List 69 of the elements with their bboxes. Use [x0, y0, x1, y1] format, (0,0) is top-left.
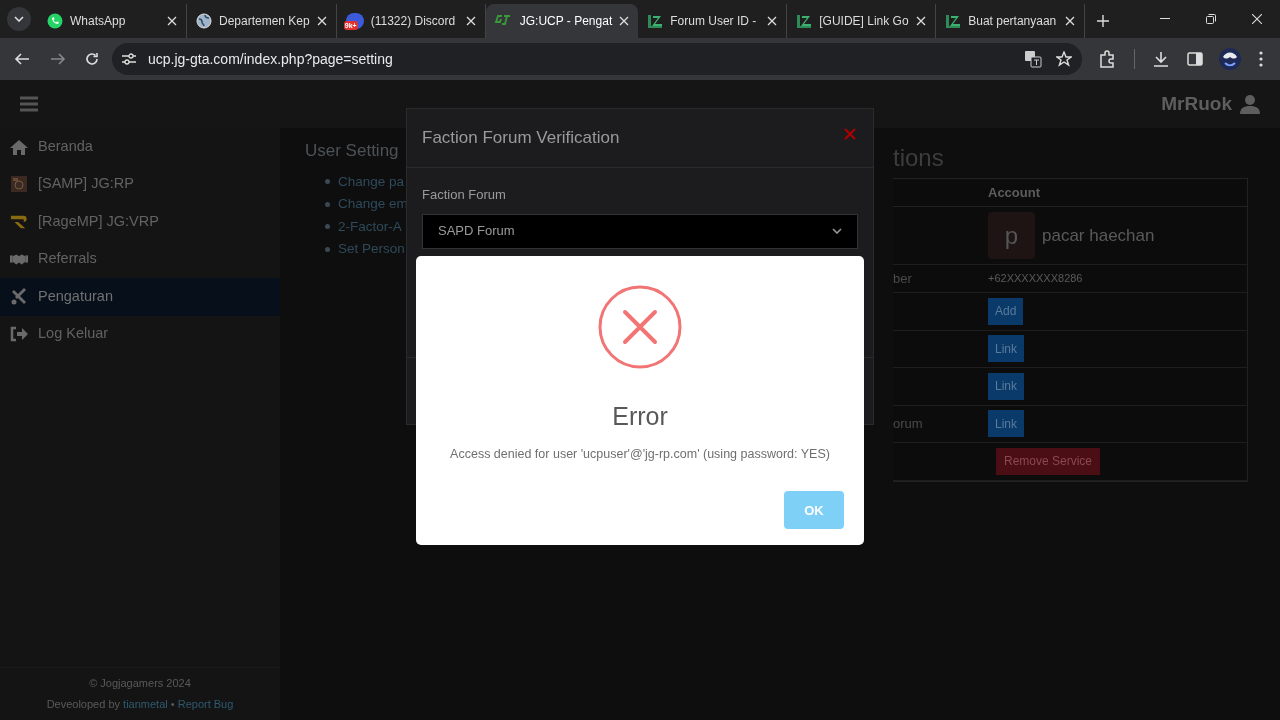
new-tab-icon[interactable]: [1097, 15, 1110, 27]
report-bug-link[interactable]: Report Bug: [177, 697, 234, 710]
row-label: orum: [893, 416, 923, 431]
browser-tab[interactable]: JG:UCP - Pengat: [485, 4, 639, 38]
field-label: Faction Forum: [422, 186, 507, 204]
translate-icon[interactable]: [1024, 50, 1042, 68]
remove-service-button[interactable]: Remove Service: [996, 447, 1101, 475]
tab-title: Forum User ID -: [670, 13, 758, 30]
footer-credit-text: Deveoloped by tianmetal • Report Bug: [46, 696, 234, 712]
extensions-icon[interactable]: [1098, 50, 1116, 68]
reload-icon[interactable]: [84, 51, 100, 67]
logo-icon: [494, 14, 513, 28]
tools-icon: [10, 287, 28, 306]
tab-title: WhatsApp: [70, 13, 127, 30]
error-title: Error: [612, 401, 668, 432]
back-icon[interactable]: [14, 51, 30, 67]
download-icon[interactable]: [1153, 51, 1169, 67]
link-button[interactable]: Add: [988, 297, 1024, 325]
bookmark-star-icon[interactable]: [1056, 51, 1072, 67]
tab-title: [GUIDE] Link Go: [819, 13, 910, 30]
sidebar-item[interactable]: Pengaturan: [0, 278, 280, 316]
address-bar[interactable]: ucp.jg-gta.com/index.php?page=setting: [112, 43, 1082, 75]
settings-link[interactable]: Set Person: [338, 239, 405, 260]
faction-forum-dropdown[interactable]: SAPD Forum: [422, 213, 858, 249]
side-panel-icon[interactable]: [1187, 51, 1203, 67]
chat-bubble-icon: [47, 13, 63, 29]
section-heading: User Setting: [305, 140, 400, 162]
error-message: Access denied for user 'ucpuser'@'jg-rp.com' (using password: YES): [450, 445, 830, 463]
copyright-text: © Jogjagamers 2024: [89, 676, 191, 691]
handshake-icon: [10, 252, 28, 267]
tab-search-button[interactable]: [7, 7, 31, 31]
forward-icon[interactable]: [50, 51, 66, 67]
table-cell-text: +62XXXXXXX8286: [988, 271, 1083, 287]
site-settings-icon[interactable]: [122, 53, 136, 65]
settings-link[interactable]: 2-Factor-A: [338, 216, 402, 237]
minimize-icon[interactable]: [1160, 18, 1170, 20]
chevron-down-icon: [832, 228, 842, 234]
link-button[interactable]: Link: [988, 410, 1024, 438]
logout-icon: [10, 326, 28, 343]
tab-title: Departemen Kep: [219, 13, 310, 30]
game-thumbnail-icon: [11, 176, 27, 193]
tab-title: (11322) Discord: [370, 13, 457, 30]
column-header: Account: [988, 183, 1040, 202]
ok-button[interactable]: OK: [784, 491, 844, 530]
account-name: pacar haechan: [1042, 224, 1155, 247]
menu-icon[interactable]: [1259, 51, 1263, 67]
link-button[interactable]: Link: [988, 372, 1024, 400]
modal-title: Faction Forum Verification: [422, 127, 620, 150]
forum-logo-icon: [796, 13, 813, 29]
avatar: p: [988, 212, 1035, 259]
link-button[interactable]: Link: [988, 335, 1024, 363]
settings-link[interactable]: Change pa: [338, 171, 405, 192]
hamburger-menu-icon[interactable]: [20, 96, 38, 112]
error-icon: [598, 285, 682, 369]
tab-title: JG:UCP - Pengat: [519, 13, 613, 30]
tab-title: Buat pertanyaan: [968, 13, 1058, 30]
home-icon: [10, 138, 28, 155]
r-logo-icon: [10, 213, 28, 230]
forum-logo-icon: [945, 13, 962, 29]
restore-icon[interactable]: [1206, 14, 1216, 24]
author-link[interactable]: tianmetal: [123, 697, 168, 710]
globe-icon: [196, 13, 212, 29]
url-text: ucp.jg-gta.com/index.php?page=setting: [148, 49, 393, 69]
user-icon[interactable]: [1240, 94, 1260, 114]
row-label: ber: [893, 270, 912, 286]
forum-logo-icon: [647, 13, 664, 29]
username[interactable]: MrRuok: [1161, 89, 1232, 119]
chevron-down-icon: [14, 16, 24, 22]
profile-avatar-icon[interactable]: [1219, 48, 1241, 70]
